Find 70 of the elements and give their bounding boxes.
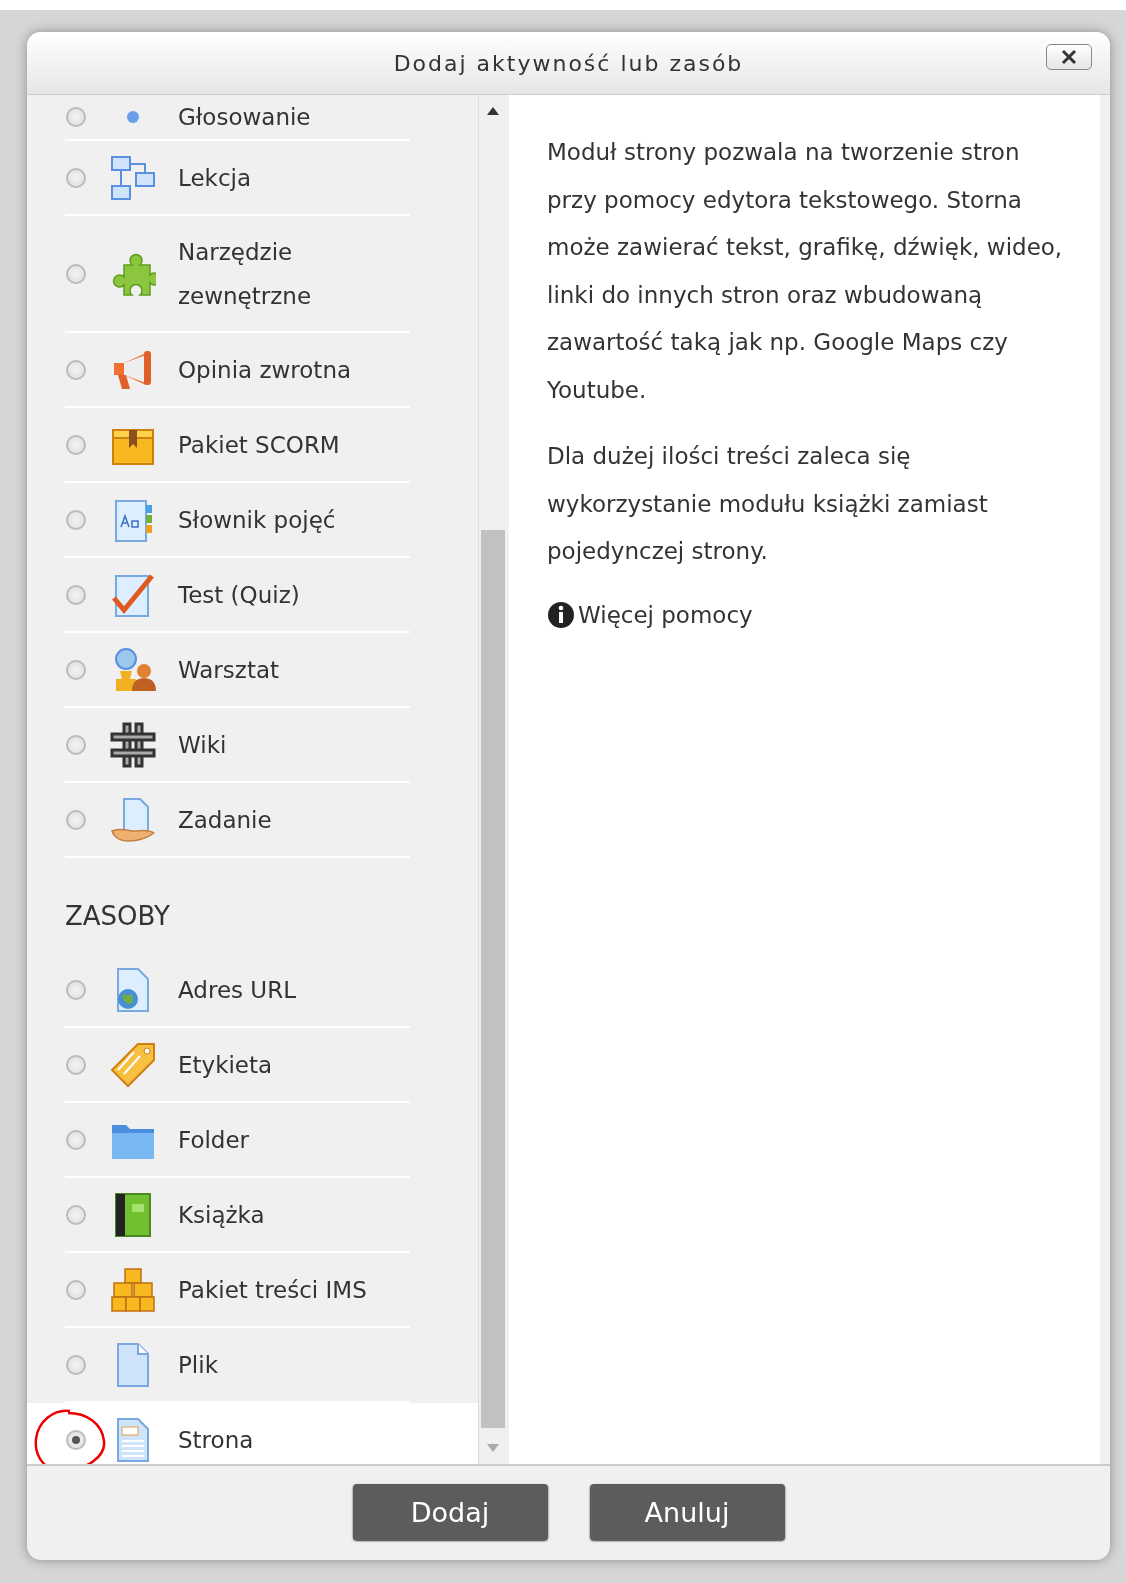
module-option[interactable]: Wiki [27, 708, 478, 783]
module-label: Opinia zwrotna [178, 356, 352, 385]
module-label: Wiki [178, 731, 227, 760]
module-label: Pakiet treści IMS [178, 1276, 367, 1305]
puzzle-piece-icon [110, 251, 156, 297]
module-option[interactable]: Folder [27, 1103, 478, 1178]
module-option[interactable]: Pakiet SCORM [27, 408, 478, 483]
radio-button[interactable] [66, 1280, 86, 1300]
dialog-title: Dodaj aktywność lub zasób [393, 50, 744, 76]
radio-button[interactable] [66, 510, 86, 530]
module-label: Plik [178, 1351, 218, 1380]
module-label: Warsztat [178, 656, 279, 685]
module-label: Lekcja [178, 164, 251, 193]
radio-button[interactable] [66, 980, 86, 1000]
hand-document-icon [110, 797, 156, 843]
module-label: Folder [178, 1126, 250, 1155]
module-option[interactable]: Test (Quiz) [27, 558, 478, 633]
module-option[interactable]: Lekcja [27, 141, 478, 216]
close-icon [1061, 49, 1077, 65]
flowchart-icon [110, 155, 156, 201]
module-label: Adres URL [178, 976, 296, 1005]
radio-button[interactable] [66, 435, 86, 455]
radio-button[interactable] [66, 810, 86, 830]
module-label: Strona [178, 1426, 254, 1455]
module-option[interactable]: Zadanie [27, 783, 478, 858]
module-label: Słownik pojęć [178, 506, 336, 535]
module-label: Książka [178, 1201, 265, 1230]
module-label: Test (Quiz) [178, 581, 300, 610]
module-option[interactable]: Słownik pojęć [27, 483, 478, 558]
module-label: Zadanie [178, 806, 272, 835]
radio-button[interactable] [66, 264, 86, 284]
module-option[interactable]: Warsztat [27, 633, 478, 708]
module-label: Głosowanie [178, 103, 311, 132]
radio-button[interactable] [66, 107, 86, 127]
scroll-down-arrow-icon[interactable] [487, 1444, 499, 1452]
module-option[interactable]: Narzędzie zewnętrzne [27, 216, 478, 333]
boxes-icon [110, 1267, 156, 1313]
radio-button[interactable] [66, 168, 86, 188]
module-option[interactable]: Etykieta [27, 1028, 478, 1103]
module-option[interactable]: Adres URL [27, 953, 478, 1028]
radio-button[interactable] [66, 585, 86, 605]
module-option[interactable]: Opinia zwrotna [27, 333, 478, 408]
module-option[interactable]: Pakiet treści IMS [27, 1253, 478, 1328]
add-button[interactable]: Dodaj [352, 1484, 548, 1540]
radio-button[interactable] [66, 1130, 86, 1150]
lattice-icon [110, 722, 156, 768]
radio-button[interactable] [66, 660, 86, 680]
tag-icon [110, 1042, 156, 1088]
radio-button[interactable] [66, 1205, 86, 1225]
module-option[interactable]: Strona [27, 1403, 478, 1464]
module-description: Dla dużej ilości treści zaleca się wykorzystanie modułu książki zamiast pojedynczej strony. [547, 442, 989, 566]
radio-button[interactable] [66, 360, 86, 380]
close-button[interactable] [1046, 44, 1092, 70]
radio-button[interactable] [66, 1430, 86, 1450]
info-icon [547, 600, 575, 629]
checkmark-icon [110, 572, 156, 618]
section-heading: ZASOBY [64, 900, 171, 933]
cancel-button[interactable]: Anuluj [589, 1484, 785, 1540]
radio-button[interactable] [66, 1355, 86, 1375]
module-option[interactable]: Książka [27, 1178, 478, 1253]
module-label: Narzędzie zewnętrzne [178, 238, 313, 311]
dot-icon [127, 111, 139, 123]
module-description: Moduł strony pozwala na tworzenie stron przy pomocy edytora tekstowego. Storna może zawierać tekst, grafikę, dźwięk, wideo, linki do innych stron oraz wbudowaną zawartość taką jak np. Google Maps czy Youtube. [547, 138, 1064, 405]
module-label: Pakiet SCORM [178, 431, 340, 460]
scroll-up-arrow-icon[interactable] [487, 107, 499, 115]
module-option[interactable]: Głosowanie [27, 95, 478, 141]
radio-button[interactable] [66, 1055, 86, 1075]
module-label: Etykieta [178, 1051, 273, 1080]
help-link[interactable]: Więcej pomocy [547, 600, 753, 629]
radio-button[interactable] [66, 735, 86, 755]
